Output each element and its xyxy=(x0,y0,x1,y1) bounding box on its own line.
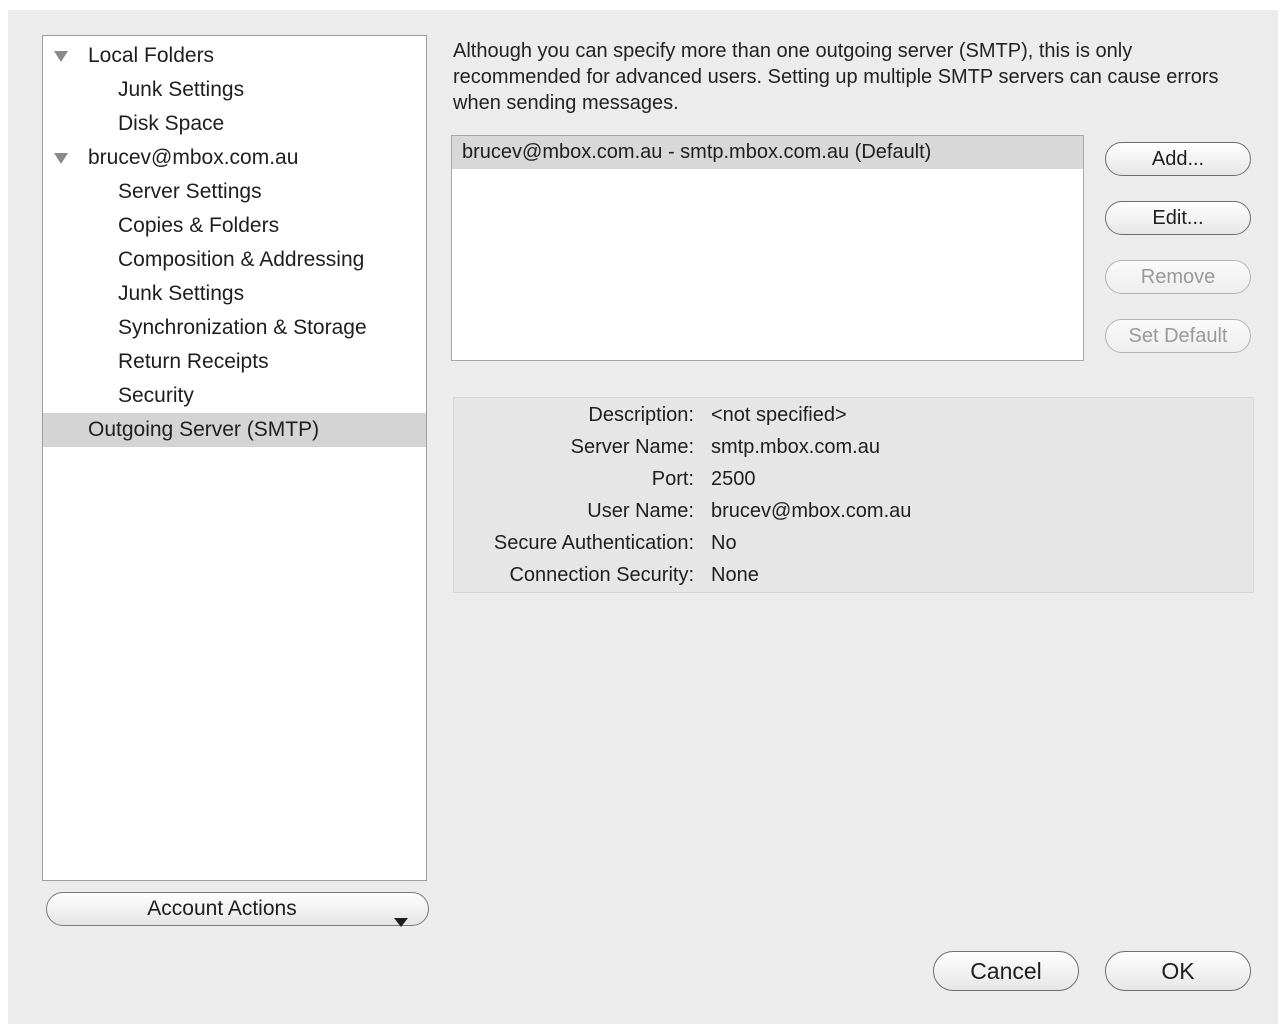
tree-item-copies-folders[interactable]: Copies & Folders xyxy=(43,209,426,243)
smtp-server-row[interactable]: brucev@mbox.com.au - smtp.mbox.com.au (D… xyxy=(452,136,1083,169)
dropdown-arrow-icon xyxy=(394,905,408,937)
tree-item-label: Copies & Folders xyxy=(118,214,280,237)
tree-item-security[interactable]: Security xyxy=(43,379,426,413)
disclosure-triangle-icon[interactable] xyxy=(53,141,71,175)
tree-item-label: Synchronization & Storage xyxy=(118,316,367,339)
tree-item-label: Composition & Addressing xyxy=(118,248,365,271)
tree-item-junk-settings-account[interactable]: Junk Settings xyxy=(43,277,426,311)
description-value: <not specified> xyxy=(711,404,847,426)
account-actions-button[interactable]: Account Actions xyxy=(46,892,429,927)
disclosure-triangle-icon[interactable] xyxy=(53,39,71,73)
tree-item-junk-settings-local[interactable]: Junk Settings xyxy=(43,73,426,107)
tree-item-account[interactable]: brucev@mbox.com.au xyxy=(43,141,426,175)
tree-item-label: brucev@mbox.com.au xyxy=(88,146,299,169)
secure-auth-value: No xyxy=(711,532,737,554)
account-tree[interactable]: Local Folders Junk Settings Disk Space b… xyxy=(42,35,427,881)
port-value: 2500 xyxy=(711,468,756,490)
connection-security-value: None xyxy=(711,564,759,586)
server-name-label: Server Name: xyxy=(570,436,694,458)
ok-button[interactable]: OK xyxy=(1105,951,1251,991)
user-name-label: User Name: xyxy=(587,500,694,522)
server-name-value: smtp.mbox.com.au xyxy=(711,436,880,458)
tree-item-label: Security xyxy=(118,384,194,407)
set-default-button[interactable]: Set Default xyxy=(1105,319,1251,353)
tree-item-label: Disk Space xyxy=(118,112,225,135)
tree-item-synchronization-storage[interactable]: Synchronization & Storage xyxy=(43,311,426,345)
detail-row-description: Description: <not specified> xyxy=(454,399,1254,431)
detail-row-server-name: Server Name: smtp.mbox.com.au xyxy=(454,431,1254,463)
cancel-button[interactable]: Cancel xyxy=(933,951,1079,991)
add-button[interactable]: Add... xyxy=(1105,142,1251,176)
tree-item-label: Junk Settings xyxy=(118,282,245,305)
tree-item-label: Return Receipts xyxy=(118,350,269,373)
connection-security-label: Connection Security: xyxy=(509,564,694,586)
tree-item-label: Junk Settings xyxy=(118,78,245,101)
detail-row-connection-security: Connection Security: None xyxy=(454,559,1254,591)
tree-item-disk-space[interactable]: Disk Space xyxy=(43,107,426,141)
smtp-intro-text: Although you can specify more than one o… xyxy=(453,40,1219,114)
tree-item-label: Server Settings xyxy=(118,180,262,203)
account-settings-dialog: Local Folders Junk Settings Disk Space b… xyxy=(8,10,1278,1024)
secure-auth-label: Secure Authentication: xyxy=(493,532,694,554)
tree-item-label: Local Folders xyxy=(88,44,215,67)
tree-item-composition-addressing[interactable]: Composition & Addressing xyxy=(43,243,426,277)
edit-button[interactable]: Edit... xyxy=(1105,201,1251,235)
tree-item-local-folders[interactable]: Local Folders xyxy=(43,39,426,73)
user-name-value: brucev@mbox.com.au xyxy=(711,500,912,522)
tree-item-server-settings[interactable]: Server Settings xyxy=(43,175,426,209)
remove-button[interactable]: Remove xyxy=(1105,260,1251,294)
account-actions-label: Account Actions xyxy=(147,897,297,920)
smtp-details-panel: Description: <not specified> Server Name… xyxy=(453,397,1254,593)
detail-row-port: Port: 2500 xyxy=(454,463,1254,495)
tree-item-outgoing-server[interactable]: Outgoing Server (SMTP) xyxy=(43,413,426,447)
description-label: Description: xyxy=(588,404,694,426)
tree-item-return-receipts[interactable]: Return Receipts xyxy=(43,345,426,379)
detail-row-user-name: User Name: brucev@mbox.com.au xyxy=(454,495,1254,527)
smtp-server-list[interactable]: brucev@mbox.com.au - smtp.mbox.com.au (D… xyxy=(451,135,1084,361)
port-label: Port: xyxy=(651,468,694,490)
detail-row-secure-auth: Secure Authentication: No xyxy=(454,527,1254,559)
tree-item-label: Outgoing Server (SMTP) xyxy=(88,418,320,441)
